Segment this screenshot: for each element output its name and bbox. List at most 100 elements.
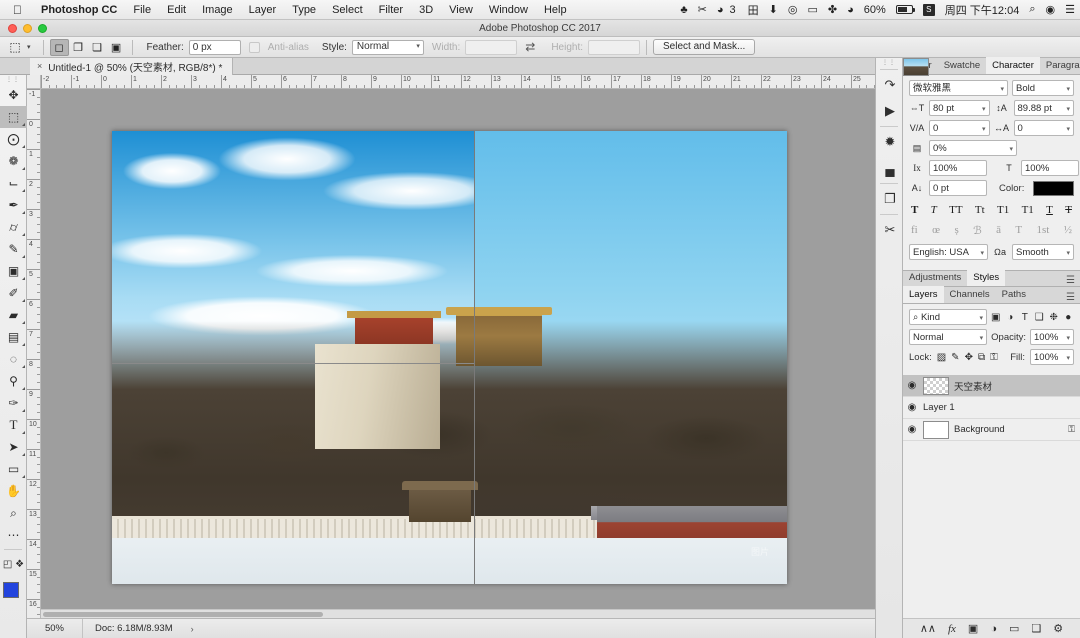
ordinals-button[interactable]: 1st [1037, 224, 1050, 237]
move-tool[interactable]: ✥ [0, 84, 27, 106]
hand-tool[interactable]: ✋ [0, 480, 27, 502]
tab-channels[interactable]: Channels [944, 286, 996, 303]
dock-grip[interactable]: ⋮⋮ [876, 58, 902, 67]
rectangular-marquee-icon[interactable]: ⬚ [4, 38, 26, 57]
layer-thumbnail[interactable] [923, 420, 949, 439]
document-tab[interactable]: × Untitled-1 @ 50% (天空素材, RGB/8*) * [30, 57, 234, 75]
path-selection-tool[interactable]: ➤ [0, 436, 27, 458]
strikethrough-button[interactable]: T [1065, 204, 1072, 216]
clone-stamp-tool[interactable]: ▣ [0, 260, 27, 282]
feather-input[interactable]: 0 px [188, 39, 241, 55]
lock-artboard-icon[interactable]: ⧉ [978, 352, 985, 363]
tab-layers[interactable]: Layers [903, 286, 944, 303]
eye-icon[interactable]: ◉ [906, 424, 918, 435]
tool-presets-panel-icon[interactable]: ✂ [876, 217, 904, 243]
leading-input[interactable]: 89.88 pt [1013, 100, 1074, 116]
filter-adjustment-icon[interactable]: ◑ [1005, 312, 1017, 323]
tracking-input[interactable]: 0 [1013, 120, 1074, 136]
tab-swatches[interactable]: Swatche [938, 57, 986, 74]
scissors-icon[interactable]: ✂ [693, 3, 712, 16]
display-icon[interactable]: ▭ [802, 3, 822, 16]
menu-item-3d[interactable]: 3D [411, 4, 441, 16]
font-style-select[interactable]: Bold [1012, 80, 1074, 96]
panel-menu-icon[interactable]: ☰ [1066, 273, 1080, 286]
wechat-icon[interactable]: ◕ [712, 4, 729, 16]
lock-image-pixels-icon[interactable]: ✎ [951, 352, 959, 363]
menu-item-layer[interactable]: Layer [241, 4, 285, 16]
rectangular-marquee-tool[interactable]: ⬚ [0, 106, 27, 128]
lasso-tool[interactable]: ⨀ [0, 128, 27, 150]
control-center-icon[interactable]: ☰ [1060, 3, 1080, 16]
underline-button[interactable]: T [1046, 204, 1053, 216]
new-group-icon[interactable]: ▭ [1009, 622, 1019, 635]
swap-dimensions-icon[interactable]: ⇄ [517, 40, 543, 54]
canvas-area[interactable]: 图片 [41, 89, 875, 618]
select-and-mask-button[interactable]: Select and Mask... [653, 39, 756, 55]
eye-icon[interactable]: ◉ [906, 380, 918, 391]
dodge-tool[interactable]: ⚲ [0, 370, 27, 392]
adjustments-panel-icon[interactable]: ✹ [876, 129, 904, 155]
filter-shape-icon[interactable]: ❑ [1034, 312, 1046, 323]
style-select[interactable]: Normal [351, 39, 424, 55]
filter-smart-object-icon[interactable]: ❉ [1048, 312, 1060, 323]
intersect-selection-button[interactable]: ▣ [107, 39, 126, 56]
filter-pixel-icon[interactable]: ▣ [990, 312, 1002, 323]
new-selection-button[interactable]: ◻ [49, 38, 69, 56]
blur-tool[interactable]: ◌ [0, 348, 27, 370]
sync-icon[interactable]: S [918, 3, 940, 16]
blend-mode-select[interactable]: Normal [909, 329, 988, 345]
tab-paragraph[interactable]: Paragrap [1040, 57, 1080, 74]
superscript-button[interactable]: T1 [997, 204, 1009, 216]
font-size-input[interactable]: 80 pt [929, 100, 990, 116]
subscript-button[interactable]: T1 [1022, 204, 1034, 216]
layer-filter-kind-select[interactable]: ⌕ Kind [909, 309, 987, 325]
all-caps-button[interactable]: TT [949, 204, 962, 216]
vertical-ruler[interactable]: -10123456789101112131415161718 [27, 89, 41, 618]
tab-paths[interactable]: Paths [996, 286, 1032, 303]
height-input[interactable] [588, 39, 641, 55]
apple-icon[interactable]:  [0, 4, 33, 16]
color-swatches[interactable] [0, 580, 27, 612]
menu-item-image[interactable]: Image [194, 4, 241, 16]
eyedropper-tool[interactable]: ✒ [0, 194, 27, 216]
menu-app-name[interactable]: Photoshop CC [33, 4, 125, 16]
swash-button[interactable]: ℬ [973, 224, 982, 237]
edit-toolbar-tool[interactable]: ⋯ [0, 524, 27, 546]
subtract-from-selection-button[interactable]: ❏ [88, 39, 107, 56]
text-color-swatch[interactable] [1033, 180, 1074, 196]
brush-tool[interactable]: ✎ [0, 238, 27, 260]
crop-tool[interactable]: ⌙ [0, 172, 27, 194]
kerning-input[interactable]: 0 [929, 120, 990, 136]
scale-input[interactable]: 0% [929, 140, 1017, 156]
type-tool[interactable]: T [0, 414, 27, 436]
menu-item-filter[interactable]: Filter [371, 4, 411, 16]
opacity-input[interactable]: 100% [1030, 329, 1074, 345]
tab-styles[interactable]: Styles [967, 269, 1006, 286]
bluetooth-icon[interactable]: ✤ [823, 3, 842, 16]
filter-toggle-icon[interactable]: ● [1063, 312, 1075, 323]
horizontal-scrollbar[interactable] [41, 609, 875, 618]
close-icon[interactable]: × [37, 61, 42, 71]
spot-healing-brush-tool[interactable]: ⌭ [0, 216, 27, 238]
fill-input[interactable]: 100% [1030, 349, 1074, 365]
standard-ligatures-button[interactable]: fi [911, 224, 918, 237]
lock-position-icon[interactable]: ✥ [965, 352, 973, 363]
quick-selection-tool[interactable]: ❁ [0, 150, 27, 172]
menu-item-select[interactable]: Select [324, 4, 371, 16]
antialias-select[interactable]: Smooth [1012, 244, 1074, 260]
horizontal-scale-input[interactable]: 100% [1021, 160, 1079, 176]
font-family-select[interactable]: 微软雅黑 [909, 80, 1008, 96]
layer-row-layer-1[interactable]: ◉ Layer 1 [903, 58, 1080, 419]
toolbar-grip[interactable]: ⋮⋮ [0, 75, 26, 84]
faux-italic-button[interactable]: T [931, 204, 937, 216]
language-select[interactable]: English: USA [909, 244, 988, 260]
menu-item-help[interactable]: Help [536, 4, 575, 16]
eye-icon[interactable]: ◉ [906, 402, 918, 413]
history-panel-icon[interactable]: ↷ [876, 72, 904, 98]
menu-item-edit[interactable]: Edit [159, 4, 194, 16]
zoom-level[interactable]: 50% [27, 618, 83, 638]
status-menu-arrow-icon[interactable]: › [173, 624, 194, 634]
layer-row-background[interactable]: ◉ Background ⚿ [903, 419, 1080, 441]
tab-character[interactable]: Character [986, 57, 1040, 74]
eraser-tool[interactable]: ▰ [0, 304, 27, 326]
